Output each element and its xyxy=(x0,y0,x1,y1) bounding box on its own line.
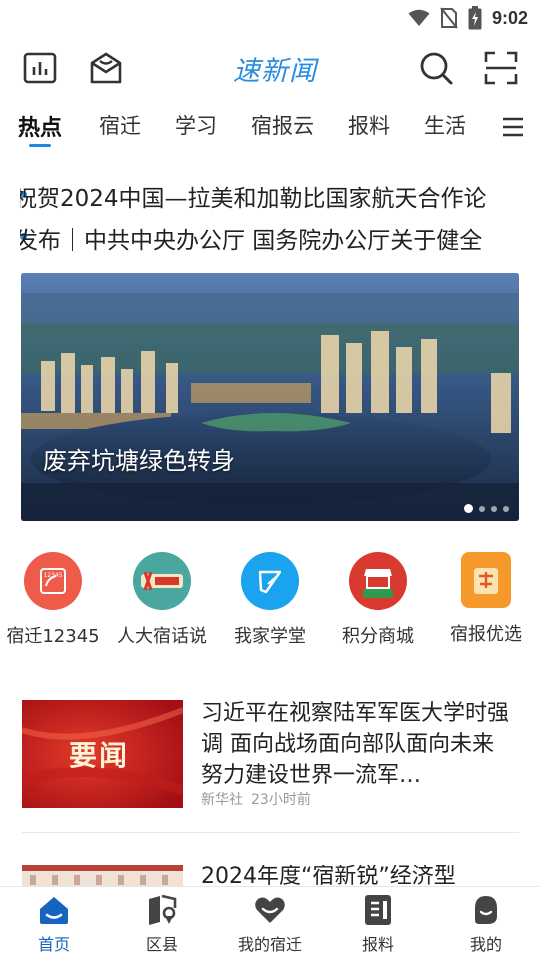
carousel-dot xyxy=(503,505,509,512)
carousel-dot xyxy=(479,505,485,512)
news-list: 要闻 习近平在视察陆军军医大学时强调 面向战场面向部队面向未来 努力建设世界一流… xyxy=(22,700,519,832)
report-icon xyxy=(361,893,395,927)
pen-icon xyxy=(241,552,299,610)
banner-carousel[interactable]: 废弃坑塘绿色转身 xyxy=(21,273,519,521)
app-header: 速新闻 xyxy=(0,44,540,92)
nav-report[interactable]: 报料 xyxy=(328,893,428,955)
list-divider xyxy=(22,832,519,833)
profile-icon xyxy=(469,893,503,927)
status-bar: 9:02 xyxy=(0,0,540,36)
home-icon xyxy=(37,893,71,927)
tab-suqian[interactable]: 宿迁 xyxy=(99,110,141,140)
phone-12345-icon: 12345 xyxy=(24,552,82,610)
status-time: 9:02 xyxy=(491,7,528,28)
shortcut-study[interactable]: 我家学堂 xyxy=(215,548,325,648)
chart-button[interactable] xyxy=(20,48,60,88)
chart-icon xyxy=(23,52,57,84)
nav-mine[interactable]: 我的 xyxy=(436,893,536,955)
news-source: 新华社 xyxy=(201,792,243,808)
bag-button[interactable] xyxy=(86,48,126,88)
search-button[interactable] xyxy=(416,48,456,88)
banner-image xyxy=(21,273,519,521)
carousel-dot xyxy=(491,505,497,512)
tab-subaoyun[interactable]: 宿报云 xyxy=(251,110,314,140)
active-tab-indicator xyxy=(29,144,51,147)
app-screen: 9:02 速新闻 热点 宿迁 学习 宿报云 报料 生活 致 xyxy=(0,0,540,960)
news-title: 习近平在视察陆军军医大学时强调 面向战场面向部队面向未来 努力建设世界一流军… xyxy=(201,701,510,788)
news-time: 23小时前 xyxy=(251,792,311,808)
shortcut-12345[interactable]: 12345 宿迁12345 xyxy=(0,548,108,648)
nav-label: 首页 xyxy=(37,935,70,954)
renda-icon xyxy=(133,552,191,610)
nav-label: 我的宿迁 xyxy=(237,935,302,954)
shortcut-label: 人大宿话说 xyxy=(117,626,207,647)
shortcut-renda[interactable]: 人大宿话说 xyxy=(107,548,217,648)
shortcut-label: 宿报优选 xyxy=(450,624,522,645)
scan-button[interactable] xyxy=(481,48,521,88)
nav-label: 区县 xyxy=(145,935,178,954)
store-icon xyxy=(349,552,407,610)
thumbnail-label: 要闻 xyxy=(69,739,130,772)
nav-home[interactable]: 首页 xyxy=(4,893,104,955)
nav-district[interactable]: 区县 xyxy=(112,893,212,955)
carousel-dot xyxy=(464,504,473,513)
tab-hot[interactable]: 热点 xyxy=(18,110,62,142)
battery-icon xyxy=(468,6,482,30)
bottom-navigation: 首页 区县 我的宿迁 报料 我的 xyxy=(0,886,540,960)
tab-report[interactable]: 报料 xyxy=(348,110,390,140)
map-icon xyxy=(145,893,179,927)
no-sim-icon xyxy=(440,7,458,29)
scan-icon xyxy=(484,51,518,85)
news-thumbnail: 要闻 xyxy=(22,700,183,808)
headline-ticker: 致信祝贺2024中国—拉美和加勒比国家航天合作论 发布｜中共中央办公厅 国务院办… xyxy=(0,172,540,262)
ticker-text: 致信祝贺2024中国—拉美和加勒比国家航天合作论 xyxy=(20,186,487,212)
nav-my-suqian[interactable]: 我的宿迁 xyxy=(220,893,320,955)
shortcut-label: 我家学堂 xyxy=(234,626,306,647)
ticker-item[interactable]: 致信祝贺2024中国—拉美和加勒比国家航天合作论 xyxy=(20,176,520,212)
tab-life[interactable]: 生活 xyxy=(424,110,466,140)
banner-caption: 废弃坑塘绿色转身 xyxy=(43,447,235,475)
logo-text: 速新闻 xyxy=(233,55,317,87)
search-icon xyxy=(420,52,453,85)
channel-tabs: 热点 宿迁 学习 宿报云 报料 生活 xyxy=(0,104,540,150)
bag-icon xyxy=(90,52,122,84)
shortcut-label: 宿迁12345 xyxy=(6,626,100,647)
app-logo: 速新闻 xyxy=(220,50,330,87)
shopping-bag-icon xyxy=(461,552,511,608)
nav-label: 报料 xyxy=(361,935,394,954)
shortcut-grid: 12345 宿迁12345 人大宿话说 我家学堂 积分商城 宿报优选 xyxy=(0,548,540,658)
carousel-indicators xyxy=(464,504,509,513)
ticker-item[interactable]: 发布｜中共中央办公厅 国务院办公厅关于健全 xyxy=(20,218,520,254)
ticker-text: 发布｜中共中央办公厅 国务院办公厅关于健全 xyxy=(20,228,483,254)
heart-icon xyxy=(253,893,287,927)
shortcut-points-mall[interactable]: 积分商城 xyxy=(323,548,433,648)
nav-label: 我的 xyxy=(469,935,502,954)
shortcut-label: 积分商城 xyxy=(342,626,414,647)
news-meta: 新华社 23小时前 xyxy=(201,789,311,809)
menu-icon[interactable] xyxy=(502,116,524,138)
wifi-icon xyxy=(408,9,430,26)
shortcut-subao-select[interactable]: 宿报优选 xyxy=(431,548,540,646)
news-item[interactable]: 要闻 习近平在视察陆军军医大学时强调 面向战场面向部队面向未来 努力建设世界一流… xyxy=(22,700,519,832)
svg-text:12345: 12345 xyxy=(43,572,62,579)
tab-study[interactable]: 学习 xyxy=(175,110,217,140)
